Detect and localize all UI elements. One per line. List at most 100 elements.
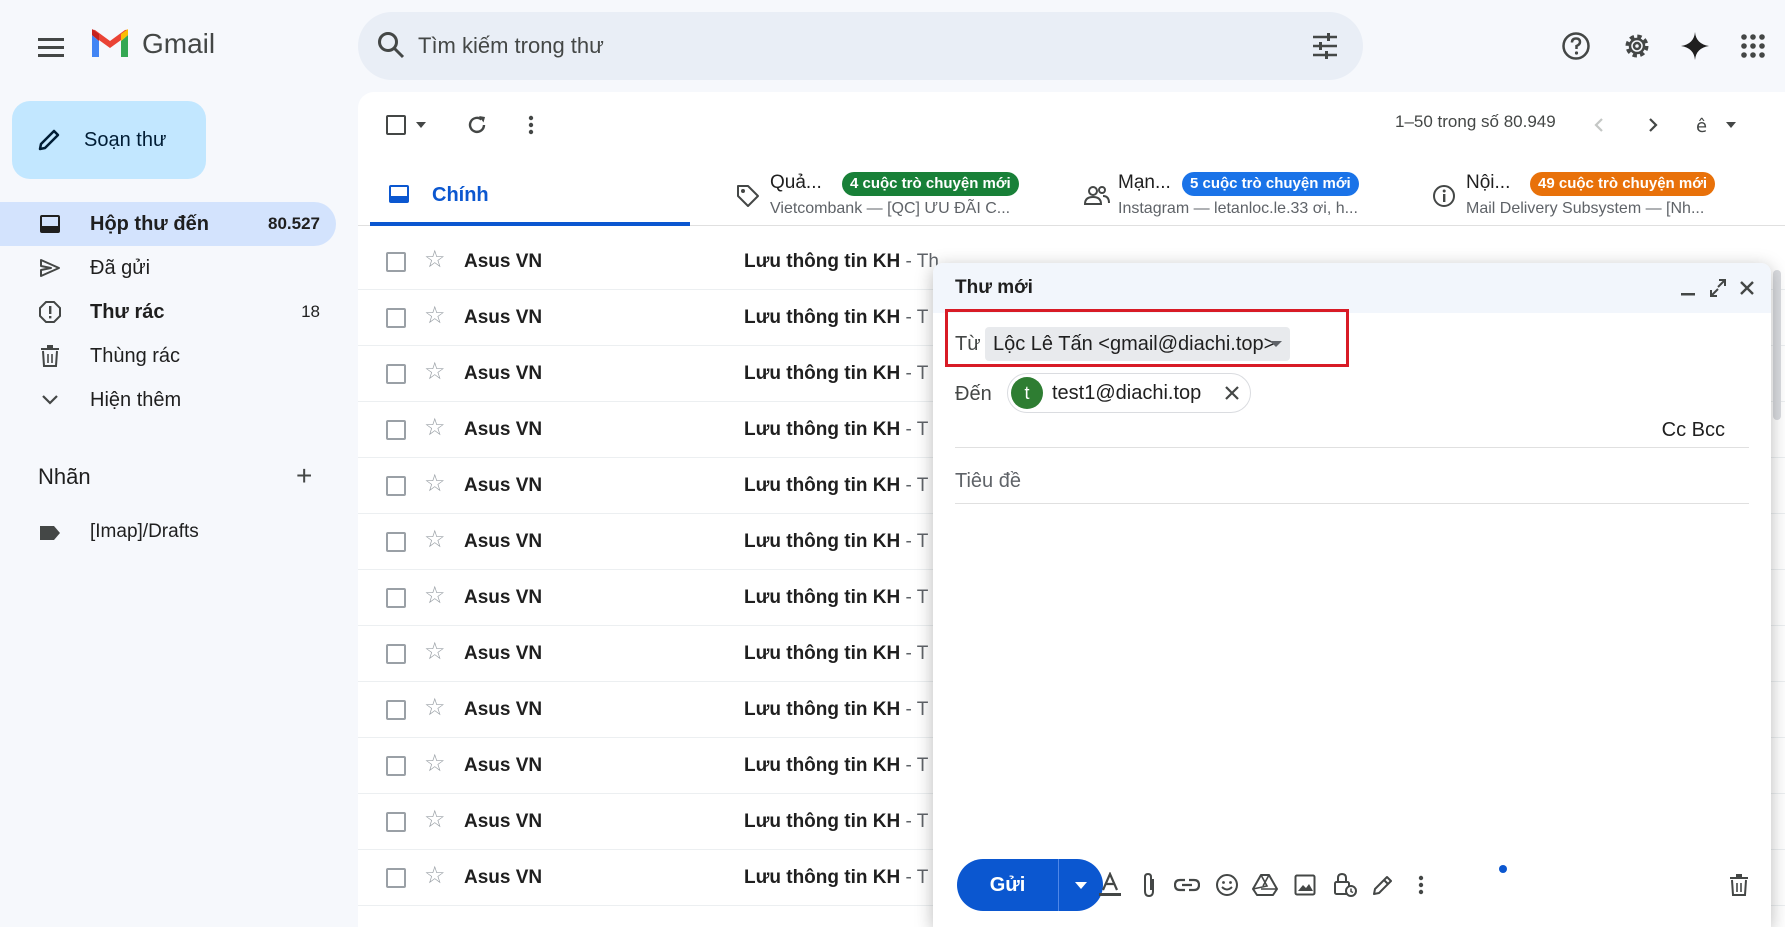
star-icon[interactable]: ☆ (424, 584, 446, 608)
tab-label: Chính (432, 184, 489, 206)
tab-primary[interactable]: Chính (370, 162, 690, 226)
main-menu-button[interactable] (30, 26, 72, 68)
email-subject-text: Lưu thông tin KH (744, 363, 901, 384)
refresh-icon (468, 116, 486, 134)
tab-promotions[interactable]: Quả... 4 cuộc trò chuyện mới Vietcombank… (718, 162, 1048, 226)
subject-input[interactable] (955, 459, 1749, 503)
remove-recipient-button[interactable] (1224, 380, 1240, 412)
row-checkbox[interactable] (386, 812, 406, 832)
emoji-button[interactable] (1213, 871, 1241, 899)
compose-header[interactable]: Thư mới (933, 263, 1771, 313)
star-icon[interactable]: ☆ (424, 696, 446, 720)
row-checkbox[interactable] (386, 700, 406, 720)
sidebar-label-imap-drafts[interactable]: [Imap]/Drafts (0, 512, 336, 552)
divider (955, 447, 1749, 448)
discard-draft-button[interactable] (1725, 871, 1753, 899)
tab-updates[interactable]: Nội... 49 cuộc trò chuyện mới Mail Deliv… (1414, 162, 1754, 226)
gmail-logo[interactable]: Gmail (90, 28, 215, 60)
recipient-chip[interactable]: t test1@diachi.top (1007, 373, 1251, 413)
gemini-button[interactable] (1673, 24, 1717, 68)
row-checkbox[interactable] (386, 588, 406, 608)
compose-button[interactable]: Soạn thư (12, 101, 206, 179)
email-subject: Lưu thông tin KH - T (744, 643, 928, 665)
email-subject: Lưu thông tin KH - T (744, 867, 928, 889)
sidebar-item-spam[interactable]: Thư rác 18 (0, 290, 336, 334)
insert-link-button[interactable] (1173, 871, 1201, 899)
unread-count: 80.527 (268, 214, 320, 233)
search-options-icon[interactable] (1311, 32, 1339, 60)
notification-dot (1499, 865, 1507, 873)
star-icon[interactable]: ☆ (424, 416, 446, 440)
tag-icon (737, 185, 759, 207)
star-icon[interactable]: ☆ (424, 808, 446, 832)
cc-bcc-button[interactable]: Cc Bcc (1662, 419, 1725, 442)
sidebar-item-more[interactable]: Hiện thêm (0, 378, 336, 422)
star-icon[interactable]: ☆ (424, 864, 446, 888)
row-checkbox[interactable] (386, 532, 406, 552)
star-icon[interactable]: ☆ (424, 528, 446, 552)
email-subject: Lưu thông tin KH - Th (744, 251, 939, 273)
add-label-button[interactable]: + (296, 462, 312, 490)
sidebar-item-trash[interactable]: Thùng rác (0, 334, 336, 378)
signature-button[interactable] (1369, 871, 1397, 899)
email-snippet: - T (900, 419, 929, 440)
app-name: Gmail (142, 28, 216, 59)
refresh-button[interactable] (466, 110, 488, 140)
tab-preview: Mail Delivery Subsystem — [Nh... (1466, 200, 1705, 217)
row-checkbox[interactable] (386, 308, 406, 328)
scrollbar[interactable] (1771, 250, 1783, 927)
sidebar-item-inbox[interactable]: Hộp thư đến 80.527 (0, 202, 336, 246)
email-sender: Asus VN (464, 811, 543, 832)
close-compose-button[interactable] (1739, 276, 1755, 306)
email-subject-text: Lưu thông tin KH (744, 419, 901, 440)
from-select[interactable]: Lộc Lê Tấn <gmail@diachi.top> (985, 327, 1290, 361)
apps-button[interactable] (1731, 24, 1775, 68)
hamburger-icon (38, 38, 64, 57)
star-icon[interactable]: ☆ (424, 752, 446, 776)
email-subject-text: Lưu thông tin KH (744, 699, 901, 720)
sidebar-item-sent[interactable]: Đã gửi (0, 246, 336, 290)
prev-page-button[interactable] (1594, 110, 1604, 140)
more-options-button[interactable] (1407, 871, 1435, 899)
row-checkbox[interactable] (386, 420, 406, 440)
search-bar[interactable] (358, 12, 1363, 80)
row-checkbox[interactable] (386, 252, 406, 272)
close-icon (1225, 386, 1239, 400)
insert-photo-button[interactable] (1291, 871, 1319, 899)
from-value: Lộc Lê Tấn <gmail@diachi.top> (993, 333, 1276, 355)
confidential-mode-button[interactable] (1331, 871, 1359, 899)
formatting-button[interactable] (1096, 871, 1124, 899)
drive-button[interactable] (1251, 871, 1279, 899)
star-icon[interactable]: ☆ (424, 640, 446, 664)
send-button[interactable]: Gửi (957, 859, 1059, 911)
row-checkbox[interactable] (386, 476, 406, 496)
row-checkbox[interactable] (386, 364, 406, 384)
search-input[interactable] (418, 26, 1268, 66)
more-actions-button[interactable] (528, 110, 534, 140)
star-icon[interactable]: ☆ (424, 472, 446, 496)
tab-social[interactable]: Mạn... 5 cuộc trò chuyện mới Instagram —… (1066, 162, 1396, 226)
help-button[interactable] (1554, 24, 1598, 68)
minimize-button[interactable] (1681, 276, 1695, 306)
input-tools-button[interactable]: ê (1696, 110, 1736, 140)
select-all-checkbox[interactable] (386, 110, 426, 140)
inbox-icon (389, 185, 409, 203)
fullscreen-button[interactable] (1709, 276, 1727, 306)
avatar: t (1011, 377, 1043, 409)
email-sender: Asus VN (464, 699, 543, 720)
scrollbar-thumb[interactable] (1773, 270, 1781, 420)
star-icon[interactable]: ☆ (424, 248, 446, 272)
star-icon[interactable]: ☆ (424, 360, 446, 384)
next-page-button[interactable] (1648, 110, 1658, 140)
email-subject-text: Lưu thông tin KH (744, 811, 901, 832)
email-subject: Lưu thông tin KH - T (744, 419, 928, 441)
email-subject-text: Lưu thông tin KH (744, 867, 901, 888)
row-checkbox[interactable] (386, 756, 406, 776)
email-snippet: - T (900, 307, 929, 328)
settings-button[interactable] (1615, 24, 1659, 68)
star-icon[interactable]: ☆ (424, 304, 446, 328)
row-checkbox[interactable] (386, 644, 406, 664)
attach-button[interactable] (1135, 871, 1163, 899)
row-checkbox[interactable] (386, 868, 406, 888)
search-icon[interactable] (376, 30, 406, 60)
